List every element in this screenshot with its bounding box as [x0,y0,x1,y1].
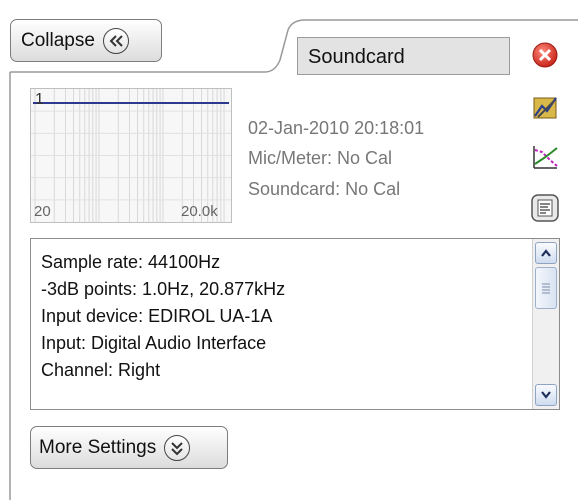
chevron-up-icon [541,249,551,257]
scroll-thumb[interactable] [535,267,557,309]
details-listbox[interactable]: Sample rate: 44100Hz -3dB points: 1.0Hz,… [30,238,560,410]
timestamp-text: 02-Jan-2010 20:18:01 [248,118,425,138]
details-line-input-device: Input device: EDIROL UA-1A [41,306,273,326]
graph-x-start-label: 20 [34,203,51,220]
details-lines: Sample rate: 44100Hz -3dB points: 1.0Hz,… [41,249,285,384]
details-line-3db-points: -3dB points: 1.0Hz, 20.877kHz [41,279,286,299]
device-name-field[interactable]: Soundcard [297,37,510,75]
graph-y-label: 1 [35,91,44,108]
mic-meter-cal-text: Mic/Meter: No Cal [248,148,393,168]
double-chevron-down-icon [164,434,191,461]
collapse-label: Collapse [21,29,95,51]
notes-icon[interactable] [530,193,560,223]
graph-x-end-label: 20.0k [181,203,218,220]
calibrate-icon[interactable] [530,92,560,122]
details-scrollbar[interactable] [532,239,559,409]
chevron-down-icon [541,391,551,399]
details-line-sample-rate: Sample rate: 44100Hz [41,252,221,272]
collapse-button[interactable]: Collapse [10,19,162,62]
scroll-down-button[interactable] [535,384,557,406]
soundcard-cal-text: Soundcard: No Cal [248,179,401,199]
scroll-up-button[interactable] [535,242,557,264]
details-line-input: Input: Digital Audio Interface [41,333,267,353]
response-curve-icon[interactable] [530,142,560,172]
details-line-channel: Channel: Right [41,360,161,380]
double-chevron-left-icon [102,27,129,54]
more-settings-label: More Settings [39,436,157,458]
close-icon[interactable] [530,40,560,70]
response-graph[interactable]: 1 20 20.0k [30,88,232,223]
more-settings-button[interactable]: More Settings [30,426,228,469]
